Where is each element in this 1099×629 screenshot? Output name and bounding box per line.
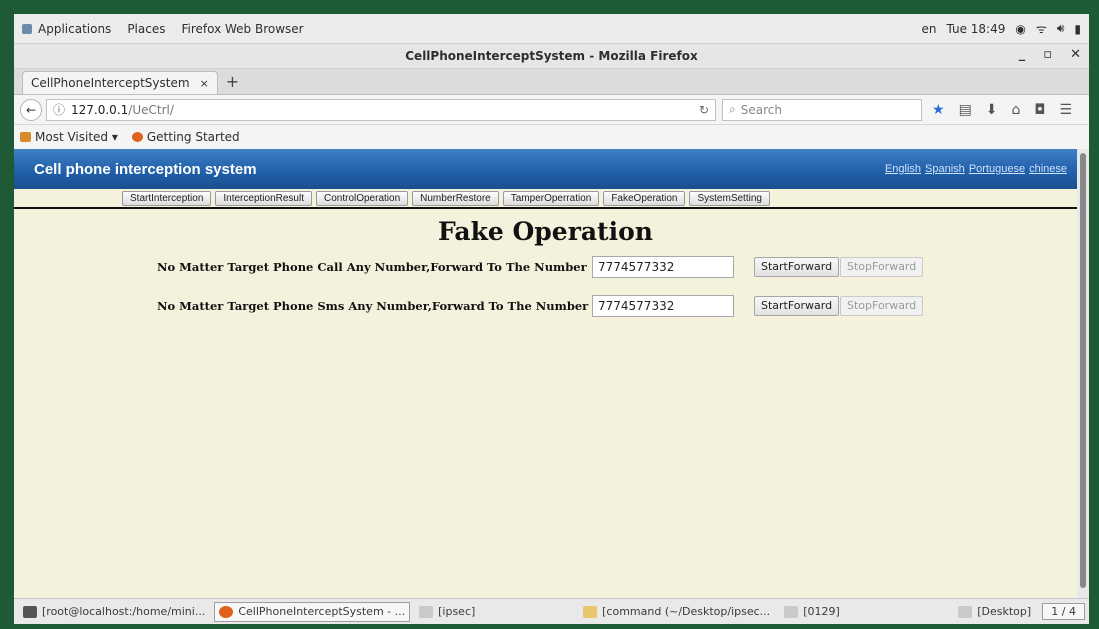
- reload-icon[interactable]: ↻: [699, 103, 709, 117]
- firefox-icon: [219, 605, 234, 618]
- page-title: Fake Operation: [438, 217, 653, 246]
- taskbar-item-label: [command (~/Desktop/ipsec...: [602, 605, 771, 618]
- firefox-icon: [131, 132, 143, 142]
- clock[interactable]: Tue 18:49: [946, 22, 1005, 36]
- close-window-icon[interactable]: ✕: [1070, 47, 1081, 62]
- sms-forward-number-input[interactable]: 7774577332: [592, 295, 734, 317]
- firefox-menu[interactable]: Firefox Web Browser: [181, 22, 303, 36]
- folder-icon: [784, 605, 799, 618]
- hamburger-menu-icon[interactable]: ☰: [1060, 102, 1073, 118]
- call-forward-row: No Matter Target Phone Call Any Number,F…: [14, 256, 1077, 280]
- reading-list-icon[interactable]: ▤: [959, 102, 972, 118]
- app-menu-bar: StartInterception InterceptionResult Con…: [14, 189, 1077, 209]
- site-info-icon[interactable]: ⓘ: [53, 101, 65, 118]
- language-link-chinese[interactable]: chinese: [1029, 163, 1067, 175]
- web-content: Cell phone interception system English S…: [14, 149, 1077, 598]
- menu-fake-operation[interactable]: FakeOperation: [603, 190, 686, 206]
- bookmark-label: Getting Started: [146, 130, 240, 144]
- url-bar[interactable]: ⓘ 127.0.0.1 /UeCtrl/ ↻: [46, 98, 716, 121]
- taskbar-item-firefox[interactable]: CellPhoneInterceptSystem - ...: [214, 601, 411, 622]
- language-link-english[interactable]: English: [885, 163, 921, 175]
- battery-icon[interactable]: ▮: [1074, 22, 1081, 36]
- taskbar-item-label: [ipsec]: [438, 605, 476, 618]
- bookmarks-toolbar: Most Visited ▾ Getting Started: [14, 125, 1089, 150]
- sms-forward-label: No Matter Target Phone Sms Any Number,Fo…: [157, 299, 589, 313]
- terminal-icon: [23, 605, 37, 618]
- taskbar-item-label: [root@localhost:/home/mini...: [42, 605, 206, 618]
- taskbar-item-label: [0129]: [803, 605, 840, 618]
- app-header: Cell phone interception system English S…: [14, 149, 1077, 189]
- applications-icon: [22, 24, 32, 34]
- back-button[interactable]: ←: [20, 98, 42, 121]
- taskbar-item-terminal[interactable]: [root@localhost:/home/mini...: [18, 602, 210, 622]
- window-controls: _ ▫ ✕: [1019, 47, 1081, 62]
- menu-tamper-operation[interactable]: TamperOperration: [502, 190, 600, 206]
- desktop-frame: Applications Places Firefox Web Browser …: [14, 14, 1089, 624]
- language-link-portuguese[interactable]: Portuguese: [969, 163, 1025, 175]
- toolbar-icons: ★ ▤ ⬇ ⌂ ◘ ☰: [932, 102, 1072, 118]
- taskbar-item-0129[interactable]: [0129]: [779, 602, 949, 622]
- menu-system-setting[interactable]: SystemSetting: [689, 190, 770, 206]
- language-indicator[interactable]: en: [921, 22, 936, 36]
- language-link-spanish[interactable]: Spanish: [925, 163, 965, 175]
- folder-icon: [20, 132, 31, 142]
- navigation-toolbar: ← ⓘ 127.0.0.1 /UeCtrl/ ↻ ⌕ Search ★ ▤ ⬇ …: [14, 95, 1089, 125]
- minimize-icon[interactable]: _: [1019, 47, 1026, 62]
- language-links: English Spanish Portuguese chinese: [885, 163, 1067, 175]
- search-icon: ⌕: [729, 102, 736, 116]
- taskbar-item-desktop[interactable]: [Desktop]: [953, 602, 1036, 622]
- call-stop-forward-button[interactable]: StopForward: [840, 257, 924, 277]
- maximize-icon[interactable]: ▫: [1043, 47, 1052, 62]
- bookmark-label: Most Visited ▾: [35, 130, 118, 144]
- taskbar-item-label: CellPhoneInterceptSystem - ...: [238, 605, 406, 618]
- window-titlebar: CellPhoneInterceptSystem - Mozilla Firef…: [14, 44, 1089, 69]
- url-path: /UeCtrl/: [128, 102, 174, 117]
- page-scrollbar[interactable]: [1077, 149, 1089, 598]
- workspace-pager[interactable]: 1 / 4: [1042, 603, 1085, 620]
- menu-interception-result[interactable]: InterceptionResult: [215, 190, 312, 206]
- gnome-top-bar: Applications Places Firefox Web Browser …: [14, 14, 1089, 44]
- scrollbar-thumb[interactable]: [1080, 153, 1086, 588]
- bookmark-getting-started[interactable]: Getting Started: [131, 130, 240, 144]
- search-placeholder: Search: [740, 102, 782, 117]
- url-host: 127.0.0.1: [71, 102, 129, 117]
- tab-cellphoneinterceptsystem[interactable]: CellPhoneInterceptSystem ×: [22, 71, 218, 94]
- tab-close-icon[interactable]: ×: [200, 77, 209, 90]
- downloads-icon[interactable]: ⬇: [986, 102, 998, 118]
- text-editor-icon: [583, 605, 598, 618]
- home-icon[interactable]: ⌂: [1012, 102, 1021, 118]
- pocket-icon[interactable]: ◘: [1034, 102, 1045, 118]
- sms-forward-row: No Matter Target Phone Sms Any Number,Fo…: [14, 295, 1077, 319]
- tab-strip: CellPhoneInterceptSystem × +: [14, 69, 1089, 95]
- call-start-forward-button[interactable]: StartForward: [754, 257, 840, 277]
- window-list-taskbar: [root@localhost:/home/mini... CellPhoneI…: [14, 598, 1089, 624]
- call-forward-label: No Matter Target Phone Call Any Number,F…: [157, 260, 587, 274]
- sms-start-forward-button[interactable]: StartForward: [754, 296, 840, 316]
- applications-menu[interactable]: Applications: [22, 22, 111, 36]
- accessibility-icon[interactable]: ◉: [1015, 22, 1025, 36]
- places-menu[interactable]: Places: [127, 22, 165, 36]
- bookmark-most-visited[interactable]: Most Visited ▾: [20, 130, 118, 144]
- search-field[interactable]: ⌕ Search: [722, 98, 922, 121]
- bookmark-star-icon[interactable]: ★: [932, 102, 945, 118]
- menu-number-restore[interactable]: NumberRestore: [412, 190, 499, 206]
- folder-icon: [419, 605, 434, 618]
- app-title: Cell phone interception system: [34, 160, 257, 178]
- call-forward-number-input[interactable]: 7774577332: [592, 256, 734, 278]
- volume-icon[interactable]: 🔊︎: [1057, 21, 1065, 36]
- taskbar-item-label: [Desktop]: [977, 605, 1032, 618]
- folder-icon: [958, 605, 973, 618]
- taskbar-item-ipsec[interactable]: [ipsec]: [414, 602, 574, 622]
- new-tab-button[interactable]: +: [226, 72, 239, 94]
- menu-control-operation[interactable]: ControlOperation: [315, 190, 409, 206]
- wifi-icon[interactable]: ᯤ: [1036, 20, 1047, 37]
- taskbar-item-command[interactable]: [command (~/Desktop/ipsec...: [578, 602, 775, 622]
- applications-label: Applications: [38, 21, 112, 36]
- menu-start-interception[interactable]: StartInterception: [122, 190, 212, 206]
- tab-label: CellPhoneInterceptSystem: [31, 76, 190, 90]
- sms-stop-forward-button[interactable]: StopForward: [840, 296, 924, 316]
- window-title: CellPhoneInterceptSystem - Mozilla Firef…: [405, 49, 698, 63]
